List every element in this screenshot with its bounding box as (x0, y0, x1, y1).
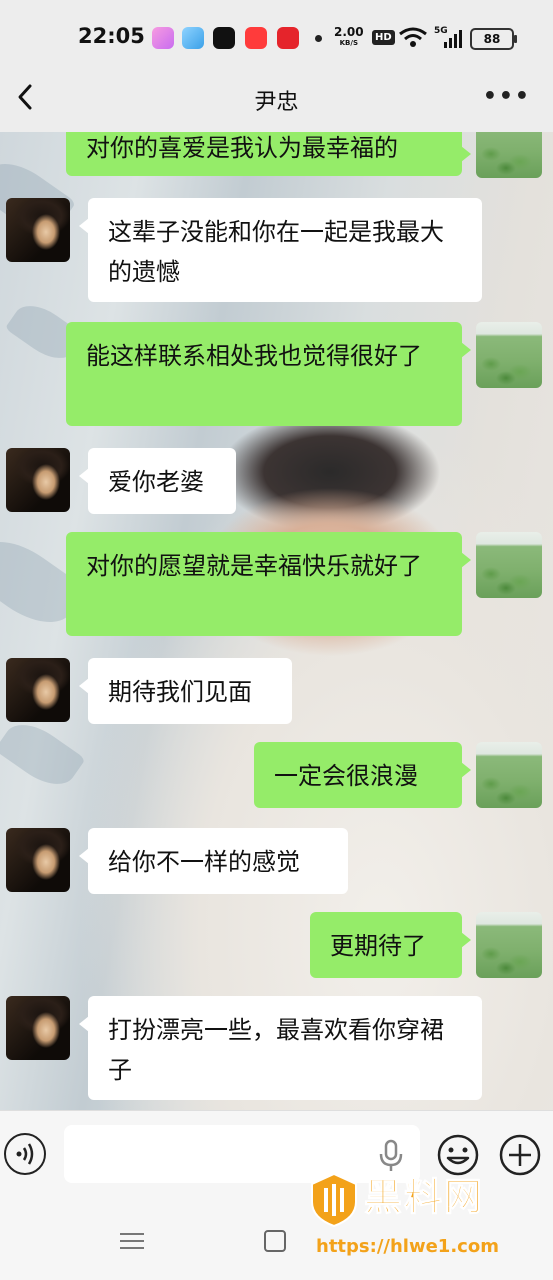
hd-badge: HD (372, 30, 395, 45)
contact-avatar[interactable] (6, 658, 70, 722)
contact-avatar[interactable] (6, 828, 70, 892)
message-text: 对你的愿望就是幸福快乐就好了 (86, 552, 422, 580)
message-bubble-incoming[interactable]: 这辈子没能和你在一起是我最大的遗憾 (79, 198, 482, 302)
message-bubble-outgoing[interactable]: 对你的愿望就是幸福快乐就好了 (66, 532, 471, 636)
music-app-icon (277, 27, 299, 49)
status-time: 22:05 (78, 24, 145, 48)
my-avatar[interactable] (476, 532, 542, 598)
watermark-logo-icon (311, 1172, 357, 1228)
network-speed-unit: KB/S (339, 39, 358, 47)
more-options-icon[interactable]: ••• (483, 84, 531, 109)
contact-avatar[interactable] (6, 448, 70, 512)
message-bubble-outgoing[interactable]: 一定会很浪漫 (254, 742, 471, 808)
message-bubble-outgoing[interactable]: 能这样联系相处我也觉得很好了 (66, 322, 471, 426)
home-square-icon[interactable] (264, 1230, 286, 1252)
network-speed: 2.00 KB/S (334, 25, 364, 49)
my-avatar[interactable] (476, 912, 542, 978)
chat-title: 尹忠 (254, 90, 299, 115)
message-bubble-incoming[interactable]: 期待我们见面 (79, 658, 292, 724)
my-avatar[interactable] (476, 132, 542, 178)
chat-area[interactable]: 对你的喜爱是我认为最幸福的 这辈子没能和你在一起是我最大的遗憾 能这样联系相处我… (0, 132, 553, 1110)
message-bubble-outgoing[interactable]: 更期待了 (310, 912, 471, 978)
site-watermark: 黑料网 https://hlwe1.com (300, 1158, 553, 1270)
message-text: 爱你老婆 (108, 468, 204, 496)
network-speed-value: 2.00 (334, 25, 364, 39)
contact-avatar[interactable] (6, 996, 70, 1060)
battery-indicator: 88 (470, 28, 517, 50)
message-text: 能这样联系相处我也觉得很好了 (86, 342, 422, 370)
wifi-icon (399, 27, 427, 47)
contact-avatar[interactable] (6, 198, 70, 262)
message-bubble-incoming[interactable]: 爱你老婆 (79, 448, 236, 514)
notification-dot-icon (315, 35, 322, 42)
message-bubble-incoming[interactable]: 打扮漂亮一些，最喜欢看你穿裙子 (79, 996, 482, 1100)
tiktok-app-icon (213, 27, 235, 49)
message-bubble-incoming[interactable]: 给你不一样的感觉 (79, 828, 348, 894)
watermark-name: 黑料网 (363, 1175, 485, 1220)
voice-wave-icon (16, 1143, 34, 1165)
message-text: 期待我们见面 (108, 678, 252, 706)
signal-bars-icon (444, 30, 462, 48)
chat-header: 尹忠 ••• (0, 70, 553, 132)
shopping-app-icon (245, 27, 267, 49)
my-avatar[interactable] (476, 742, 542, 808)
message-text: 这辈子没能和你在一起是我最大的遗憾 (108, 218, 444, 286)
recent-apps-menu-icon[interactable] (120, 1228, 144, 1254)
message-text: 更期待了 (330, 932, 426, 960)
message-text: 打扮漂亮一些，最喜欢看你穿裙子 (108, 1016, 444, 1084)
weather-app-icon (182, 27, 204, 49)
message-text: 给你不一样的感觉 (108, 848, 300, 876)
background-leaf (0, 713, 86, 796)
message-text: 对你的喜爱是我认为最幸福的 (86, 134, 398, 162)
camera-app-icon (152, 27, 174, 49)
status-bar: 22:05 2.00 KB/S HD 5G 88 (0, 0, 553, 70)
message-text: 一定会很浪漫 (274, 762, 418, 790)
my-avatar[interactable] (476, 322, 542, 388)
message-bubble-outgoing[interactable]: 对你的喜爱是我认为最幸福的 (66, 132, 471, 176)
watermark-url: https://hlwe1.com (316, 1236, 499, 1257)
voice-input-button[interactable] (4, 1133, 46, 1175)
